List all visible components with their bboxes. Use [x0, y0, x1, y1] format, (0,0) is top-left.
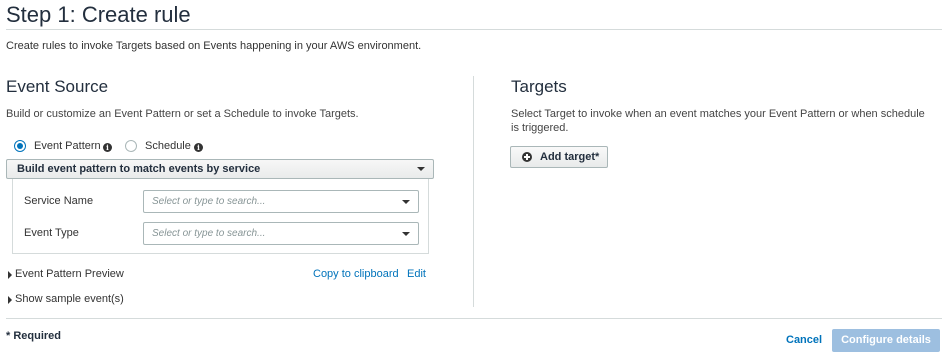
service-name-placeholder: Select or type to search...	[152, 196, 266, 207]
chevron-down-icon	[417, 167, 425, 171]
cancel-button[interactable]: Cancel	[786, 334, 822, 346]
targets-heading: Targets	[511, 77, 567, 96]
copy-to-clipboard-link[interactable]: Copy to clipboard	[313, 268, 399, 280]
event-pattern-preview-toggle[interactable]: Event Pattern Preview	[8, 268, 128, 282]
caret-right-icon	[8, 271, 12, 279]
add-target-button[interactable]: Add target*	[510, 146, 608, 168]
header-divider	[6, 29, 942, 30]
show-sample-events-label[interactable]: Show sample event(s)	[15, 293, 124, 305]
add-target-label: Add target*	[540, 151, 600, 163]
service-name-label: Service Name	[24, 195, 94, 207]
event-type-label: Event Type	[24, 227, 79, 239]
column-divider	[473, 76, 474, 307]
event-pattern-info-icon[interactable]: i	[103, 143, 112, 152]
schedule-label[interactable]: Schedule	[145, 140, 191, 152]
footer-divider	[6, 318, 942, 319]
event-pattern-mode-label: Build event pattern to match events by s…	[17, 163, 261, 175]
schedule-radio[interactable]	[125, 140, 137, 152]
event-type-placeholder: Select or type to search...	[152, 228, 266, 239]
add-circle-icon	[522, 152, 532, 162]
schedule-radio-option[interactable]: Schedule	[125, 140, 195, 154]
event-source-description: Build or customize an Event Pattern or s…	[6, 108, 359, 120]
page-intro: Create rules to invoke Targets based on …	[6, 40, 422, 52]
targets-description: Select Target to invoke when an event ma…	[511, 108, 925, 134]
page-title: Step 1: Create rule	[6, 2, 191, 27]
service-name-select[interactable]: Select or type to search...	[143, 190, 419, 213]
required-note: * Required	[6, 330, 62, 342]
show-sample-events-toggle[interactable]: Show sample event(s)	[8, 293, 128, 307]
chevron-down-icon	[402, 232, 410, 236]
event-pattern-preview-label[interactable]: Event Pattern Preview	[15, 268, 124, 280]
caret-right-icon	[8, 296, 12, 304]
schedule-info-icon[interactable]: i	[194, 143, 203, 152]
event-pattern-radio-option[interactable]: Event Pattern	[14, 140, 104, 154]
event-pattern-label[interactable]: Event Pattern	[34, 140, 101, 152]
event-source-heading: Event Source	[6, 77, 109, 96]
edit-link[interactable]: Edit	[407, 268, 426, 280]
event-type-select[interactable]: Select or type to search...	[143, 222, 419, 245]
event-pattern-radio[interactable]	[14, 140, 26, 152]
chevron-down-icon	[402, 200, 410, 204]
event-pattern-mode-dropdown[interactable]: Build event pattern to match events by s…	[6, 159, 434, 179]
pattern-builder-panel: Service Name Select or type to search...…	[12, 179, 429, 254]
configure-details-button[interactable]: Configure details	[832, 329, 940, 352]
